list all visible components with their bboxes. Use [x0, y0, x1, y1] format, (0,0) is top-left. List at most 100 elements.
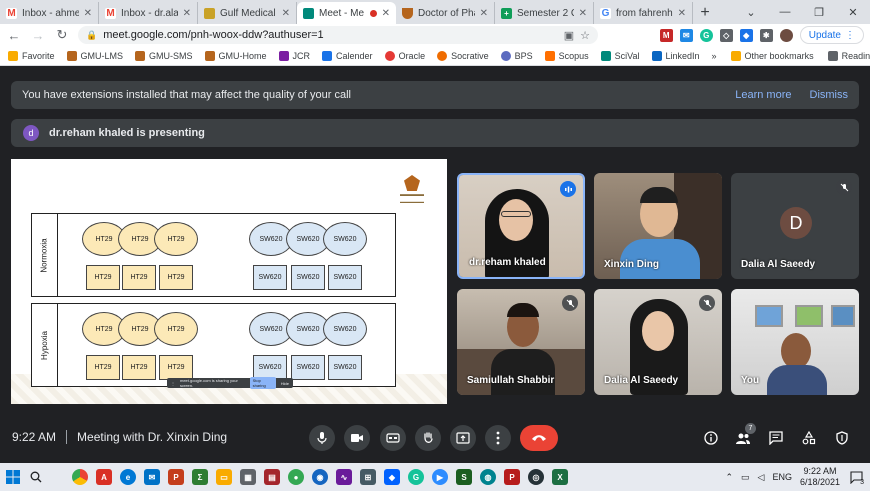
calendar-app-icon[interactable]: ▦ — [240, 469, 256, 485]
bookmark-calender[interactable]: Calender — [322, 50, 373, 61]
spss-icon[interactable]: S — [456, 469, 472, 485]
hide-button[interactable]: Hide — [281, 381, 289, 386]
star-icon[interactable]: ☆ — [580, 29, 590, 42]
learn-more-link[interactable]: Learn more — [735, 89, 791, 101]
tab-doctor-pharmacy[interactable]: Doctor of Phar ✕ — [396, 2, 495, 24]
back-icon[interactable]: ← — [6, 28, 22, 43]
camera-icon[interactable]: ▣ — [564, 29, 574, 42]
close-icon[interactable]: ✕ — [678, 8, 686, 19]
raise-hand-button[interactable] — [415, 425, 441, 451]
bookmark-linkedin[interactable]: LinkedIn — [651, 50, 700, 61]
bookmark-gmu-lms[interactable]: GMU-LMS — [66, 50, 123, 61]
network-icon[interactable]: ▭ — [741, 472, 750, 483]
captions-button[interactable] — [380, 425, 406, 451]
participant-tile-dalia-avatar[interactable]: D Dalia Al Saeedy — [731, 173, 859, 279]
explorer-icon[interactable]: ▭ — [216, 469, 232, 485]
pdf-tool-icon[interactable]: P — [504, 469, 520, 485]
mic-button[interactable] — [309, 425, 335, 451]
grammarly-icon[interactable]: G — [408, 469, 424, 485]
tab-semester[interactable]: + Semester 2 Co ✕ — [495, 2, 594, 24]
start-button[interactable] — [0, 463, 26, 491]
forward-icon[interactable]: → — [30, 28, 46, 43]
maps-icon[interactable]: ● — [288, 469, 304, 485]
edge-icon[interactable]: e — [120, 469, 136, 485]
tab-search-icon[interactable]: ⌄ — [734, 0, 768, 24]
pdf-icon[interactable]: A — [96, 469, 112, 485]
steam-icon[interactable]: ◎ — [528, 469, 544, 485]
drag-handle-icon[interactable]: ⋮ — [171, 381, 175, 386]
bookmark-gmu-home[interactable]: GMU-Home — [204, 50, 267, 61]
chat-button[interactable] — [767, 429, 785, 447]
reading-list-button[interactable]: Reading list — [827, 50, 870, 61]
dismiss-button[interactable]: Dismiss — [810, 89, 849, 101]
clock[interactable]: 9:22 AM 6/18/2021 — [800, 466, 840, 488]
chrome-icon[interactable] — [72, 469, 88, 485]
bookmark-scopus[interactable]: Scopus — [544, 50, 589, 61]
bookmark-jcr[interactable]: JCR — [278, 50, 310, 61]
sigma-icon[interactable]: Σ — [192, 469, 208, 485]
close-icon[interactable]: ✕ — [579, 8, 587, 19]
mail-icon[interactable]: ✉ — [144, 469, 160, 485]
search-button[interactable] — [26, 471, 46, 483]
grammarly-icon[interactable]: G — [699, 28, 713, 42]
earth-icon[interactable]: ◍ — [480, 469, 496, 485]
update-button[interactable]: Update ⋮ — [799, 26, 864, 44]
participant-tile-xinxin[interactable]: Xinxin Ding — [594, 173, 722, 279]
url-field[interactable]: 🔒 meet.google.com/pnh-woox-ddw?authuser=… — [78, 26, 598, 44]
stop-sharing-button[interactable]: Stop sharing — [249, 377, 276, 389]
participant-tile-samiullah[interactable]: Samiullah Shabbir — [457, 289, 585, 395]
people-button[interactable]: 7 — [734, 423, 756, 447]
close-icon[interactable]: ✕ — [183, 8, 191, 19]
bookmark-gmu-sms[interactable]: GMU-SMS — [135, 50, 193, 61]
mendeley-icon[interactable]: M — [659, 28, 673, 42]
bookmark-bps[interactable]: BPS — [500, 50, 533, 61]
puzzle-icon[interactable]: ✱ — [759, 28, 773, 42]
close-window-icon[interactable]: ✕ — [836, 0, 870, 24]
access-icon[interactable]: ▤ — [264, 469, 280, 485]
reload-icon[interactable]: ↻ — [54, 27, 70, 43]
notifications-button[interactable]: 3 — [848, 469, 864, 486]
excel-icon[interactable]: X — [552, 469, 568, 485]
profile-avatar[interactable] — [779, 28, 793, 42]
store-icon[interactable]: ⊞ — [360, 469, 376, 485]
restore-icon[interactable]: ❐ — [802, 0, 836, 24]
end-call-button[interactable] — [520, 425, 558, 451]
tab-inbox-alabi[interactable]: M Inbox - dr.alabi ✕ — [99, 2, 198, 24]
dropbox-icon[interactable]: ◆ — [739, 28, 753, 42]
minimize-icon[interactable]: — — [768, 0, 802, 24]
close-icon[interactable]: ✕ — [84, 8, 92, 19]
participant-tile-reham[interactable]: dr.reham khaled — [457, 173, 585, 279]
dropbox-icon[interactable]: ◆ — [384, 469, 400, 485]
new-tab-button[interactable]: + — [693, 2, 717, 24]
tab-fahrenheit[interactable]: G from fahrenhe ✕ — [594, 2, 693, 24]
bookmark-oracle[interactable]: Oracle — [384, 50, 425, 61]
volume-icon[interactable]: ◁ — [758, 472, 765, 483]
globe-icon[interactable]: ◉ — [312, 469, 328, 485]
bookmark-other[interactable]: Other bookmarks — [730, 50, 814, 61]
activities-button[interactable] — [800, 429, 818, 447]
camera-button[interactable] — [344, 425, 370, 451]
host-controls-button[interactable] — [833, 429, 851, 447]
chevron-right-icon[interactable]: » — [712, 51, 717, 61]
chevron-up-icon[interactable]: ⌃ — [725, 472, 733, 483]
close-icon[interactable]: ✕ — [282, 8, 290, 19]
participant-tile-you[interactable]: You — [731, 289, 859, 395]
language-indicator[interactable]: ENG — [772, 472, 792, 482]
zoom-icon[interactable]: ▶ — [432, 469, 448, 485]
meeting-details-button[interactable] — [702, 429, 720, 447]
extension-icon[interactable]: ◇ — [719, 28, 733, 42]
tab-gulf-medical[interactable]: Gulf Medical U ✕ — [198, 2, 297, 24]
close-icon[interactable]: ✕ — [480, 8, 488, 19]
present-button[interactable] — [450, 425, 476, 451]
tab-meet[interactable]: Meet - Me ✕ — [297, 2, 396, 24]
tab-inbox-ahmed[interactable]: M Inbox - ahmedi ✕ — [0, 2, 99, 24]
more-options-button[interactable] — [485, 425, 511, 451]
mail-icon[interactable]: ✉ — [679, 28, 693, 42]
bookmark-favorite[interactable]: Favorite — [8, 50, 55, 61]
bookmark-scival[interactable]: SciVal — [600, 50, 640, 61]
close-icon[interactable]: ✕ — [382, 8, 390, 19]
powerpoint-icon[interactable]: P — [168, 469, 184, 485]
chart-app-icon[interactable]: ∿ — [336, 469, 352, 485]
participant-tile-dalia-video[interactable]: Dalia Al Saeedy — [594, 289, 722, 395]
bookmark-socrative[interactable]: Socrative — [437, 50, 489, 61]
